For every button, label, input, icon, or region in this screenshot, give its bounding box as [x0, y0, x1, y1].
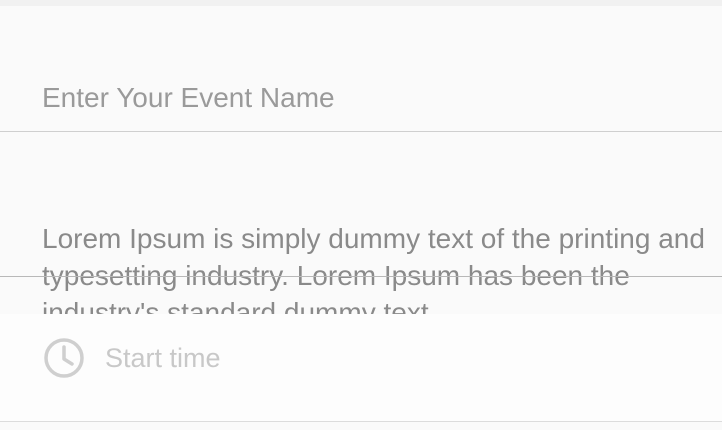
event-description-text: Lorem Ipsum is simply dummy text of the …	[42, 223, 705, 314]
clock-icon	[44, 338, 84, 378]
start-time-label: Start time	[105, 343, 221, 373]
start-time-picker[interactable]: Start time	[0, 314, 722, 422]
description-underline	[0, 276, 722, 277]
event-form-screen: Lorem Ipsum is simply dummy text of the …	[0, 0, 722, 430]
event-name-row	[0, 6, 722, 132]
event-description-field[interactable]: Lorem Ipsum is simply dummy text of the …	[0, 132, 722, 314]
event-name-input[interactable]	[42, 78, 682, 118]
